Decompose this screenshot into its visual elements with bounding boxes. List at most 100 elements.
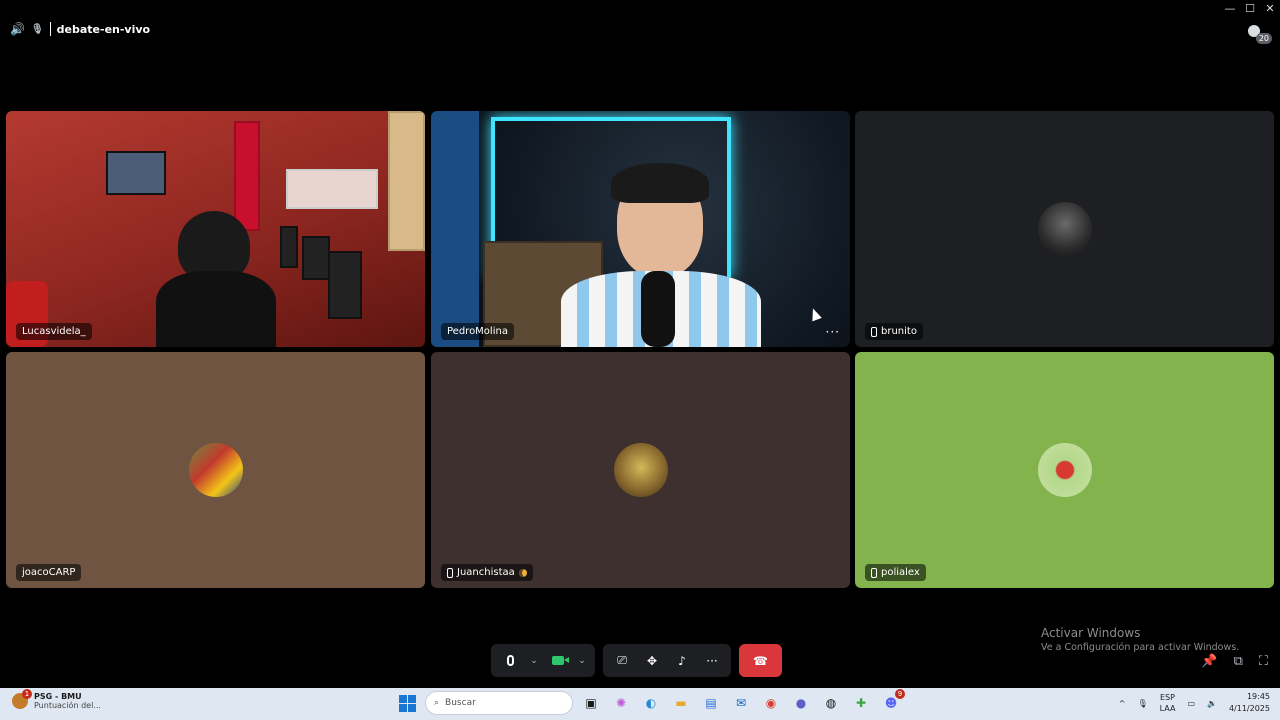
pop-out-icon[interactable]: ⧉ xyxy=(1234,654,1243,669)
soundboard-icon: ♪ xyxy=(678,653,686,668)
viewers-button[interactable]: 20 xyxy=(1248,24,1272,44)
participant-name-tag: Juanchistaa xyxy=(441,564,533,581)
start-button[interactable] xyxy=(395,691,419,715)
participant-tile[interactable]: Juanchistaa xyxy=(431,352,850,588)
search-placeholder: Buscar xyxy=(445,698,476,708)
participant-tile[interactable]: Lucasvidela_ xyxy=(6,111,425,347)
watermark-title: Activar Windows xyxy=(1041,626,1141,640)
mobile-icon xyxy=(871,567,877,578)
mobile-icon xyxy=(871,326,877,337)
participant-name-tag: brunito xyxy=(865,323,923,340)
activities-icon: ✥ xyxy=(646,653,658,668)
screen-share-icon: ⎚ xyxy=(617,653,627,667)
tray-microphone-icon[interactable]: 🎙 xyxy=(1137,699,1147,708)
watermark-subtitle: Ve a Configuración para activar Windows. xyxy=(1041,642,1240,653)
news-widget-icon: 1 xyxy=(12,689,32,709)
channel-name: debate-en-vivo xyxy=(56,22,151,36)
store-icon[interactable]: ▤ xyxy=(699,691,723,715)
android-studio-icon[interactable]: ✚ xyxy=(849,691,873,715)
edge-icon[interactable]: ◐ xyxy=(639,691,663,715)
video-options-chevron-icon[interactable]: ⌄ xyxy=(575,656,589,666)
participant-name-tag: Lucasvidela_ xyxy=(16,323,92,340)
microphone-icon xyxy=(506,655,514,666)
participant-name-tag: joacoCARP xyxy=(16,564,82,581)
speaker-icon[interactable]: 🔊 xyxy=(10,22,25,36)
teams-icon[interactable]: ● xyxy=(789,691,813,715)
close-button[interactable]: ✕ xyxy=(1260,0,1280,16)
clock[interactable]: 19:45 4/11/2025 xyxy=(1229,691,1270,715)
file-explorer-icon[interactable]: ▬ xyxy=(669,691,693,715)
language-indicator[interactable]: ESP LAA xyxy=(1160,692,1176,714)
viewer-count-badge: 20 xyxy=(1255,33,1272,44)
tray-overflow-chevron-icon[interactable]: ^ xyxy=(1119,699,1126,708)
activity-controls: ⎚ ✥ ♪ ··· xyxy=(603,644,731,677)
video-feed xyxy=(6,111,425,347)
keyboard-layout: LAA xyxy=(1159,704,1176,713)
window-controls: — ☐ ✕ xyxy=(1220,0,1280,16)
windows-taskbar: 1 PSG - BMU Puntuación del... ⌕ Buscar ▣… xyxy=(0,688,1280,720)
news-badge: 1 xyxy=(22,689,32,699)
share-screen-button[interactable]: ⎚ xyxy=(609,648,635,674)
camera-icon xyxy=(552,656,564,665)
voice-channel-icon: 🎙 xyxy=(30,23,44,35)
mobile-icon xyxy=(447,567,453,578)
fullscreen-icon[interactable]: ⛶ xyxy=(1259,654,1268,669)
hang-up-icon: ☎ xyxy=(753,653,768,668)
discord-icon[interactable]: ☻ 9 xyxy=(879,689,905,715)
search-icon: ⌕ xyxy=(434,698,440,708)
maximize-button[interactable]: ☐ xyxy=(1240,0,1260,16)
participant-name-tag: polialex xyxy=(865,564,926,581)
participant-avatar xyxy=(613,443,668,497)
voice-call-window: — ☐ ✕ 🔊 🎙 debate-en-vivo 20 Lucasvidela_ xyxy=(0,0,1280,688)
participant-name: polialex xyxy=(881,567,920,578)
activities-button[interactable]: ✥ xyxy=(639,648,665,674)
volume-icon[interactable]: 🔉 xyxy=(1207,699,1217,708)
participant-name-tag: PedroMolina xyxy=(441,323,514,340)
mute-button[interactable] xyxy=(497,648,523,674)
view-controls: 📌 ⧉ ⛶ xyxy=(1201,654,1268,669)
camera-button[interactable] xyxy=(545,648,571,674)
clock-time: 19:45 xyxy=(1246,692,1270,701)
more-options-button[interactable]: ··· xyxy=(699,648,725,674)
participant-avatar xyxy=(188,443,243,497)
participant-tile[interactable]: brunito xyxy=(855,111,1274,347)
outlook-icon[interactable]: ✉ xyxy=(729,691,753,715)
pin-icon[interactable]: 📌 xyxy=(1201,654,1217,669)
participant-name: joacoCARP xyxy=(22,567,76,578)
disconnect-button[interactable]: ☎ xyxy=(739,644,782,677)
news-subtitle: Puntuación del... xyxy=(34,701,101,710)
chrome-icon[interactable]: ◉ xyxy=(759,691,783,715)
clock-date: 4/11/2025 xyxy=(1228,704,1270,713)
news-widget[interactable]: 1 PSG - BMU Puntuación del... xyxy=(12,689,101,710)
participant-tile[interactable]: polialex xyxy=(855,352,1274,588)
channel-header: 🔊 🎙 debate-en-vivo xyxy=(10,22,150,36)
participant-tile[interactable]: PedroMolina ··· xyxy=(431,111,850,347)
system-tray: ^ 🎙 ESP LAA ▭ 🔉 19:45 4/11/2025 xyxy=(1119,691,1270,715)
minimize-button[interactable]: — xyxy=(1220,0,1240,16)
taskbar-search[interactable]: ⌕ Buscar xyxy=(425,691,573,715)
network-icon[interactable]: ▭ xyxy=(1187,699,1195,708)
video-feed xyxy=(431,111,850,347)
header-divider xyxy=(49,22,51,36)
participant-name: Juanchistaa xyxy=(457,567,515,578)
tile-more-options-button[interactable]: ··· xyxy=(826,325,840,339)
task-view-icon[interactable]: ▣ xyxy=(579,691,603,715)
discord-badge: 9 xyxy=(895,689,905,699)
windows-activation-watermark: Activar Windows Ve a Configuración para … xyxy=(1041,626,1239,653)
language-code: ESP xyxy=(1160,693,1176,702)
participant-avatar xyxy=(1037,202,1092,256)
participant-avatar xyxy=(1037,443,1092,497)
participant-name: PedroMolina xyxy=(447,326,508,337)
news-title: PSG - BMU xyxy=(34,692,82,701)
participant-name: brunito xyxy=(881,326,917,337)
taskbar-apps: ⌕ Buscar ▣ ✺ ◐ ▬ ▤ ✉ ◉ ● ◍ ✚ ☻ 9 xyxy=(395,689,905,715)
media-controls: ⌄ ⌄ xyxy=(491,644,595,677)
participant-name: Lucasvidela_ xyxy=(22,326,86,337)
spotify-icon[interactable]: ◍ xyxy=(819,691,843,715)
copilot-icon[interactable]: ✺ xyxy=(609,691,633,715)
audio-options-chevron-icon[interactable]: ⌄ xyxy=(527,656,541,666)
soundboard-button[interactable]: ♪ xyxy=(669,648,695,674)
participant-tile[interactable]: joacoCARP xyxy=(6,352,425,588)
idle-moon-icon xyxy=(518,568,527,577)
more-icon: ··· xyxy=(706,653,718,668)
